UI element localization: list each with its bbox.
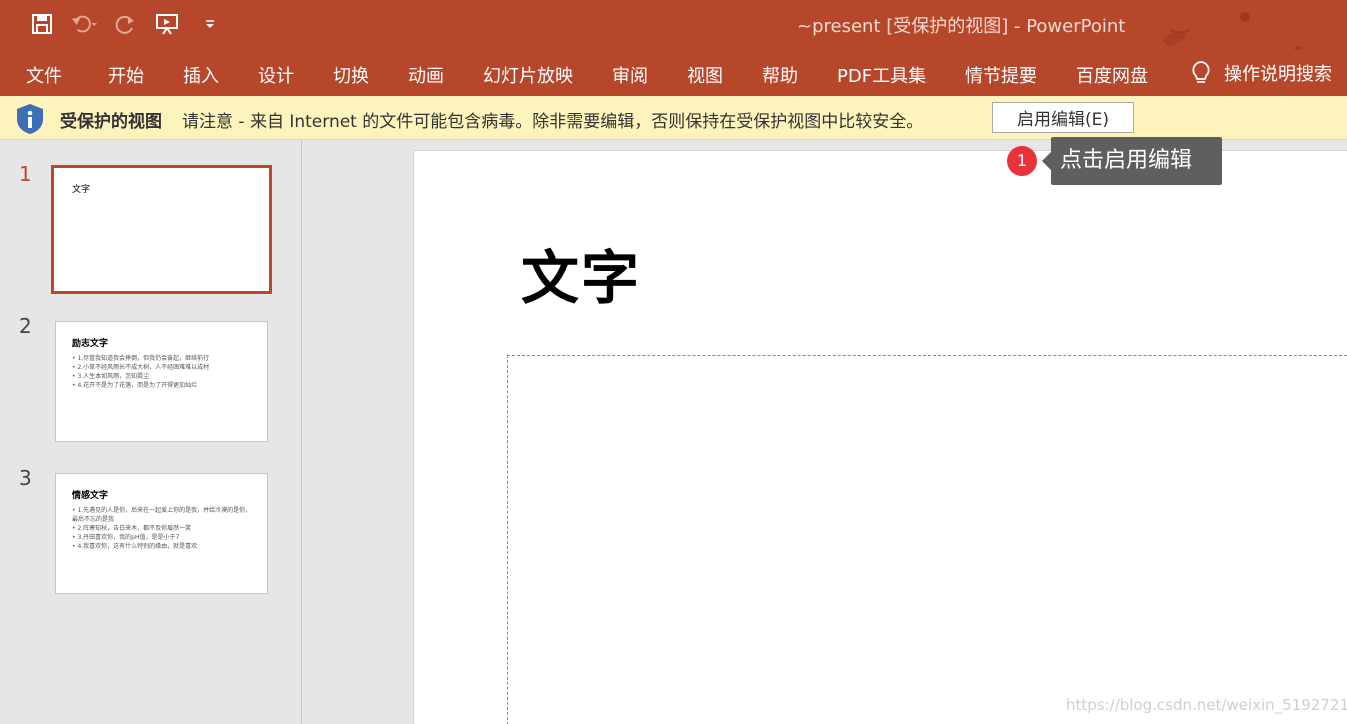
tab-help[interactable]: 帮助 [762, 62, 798, 88]
save-icon[interactable] [28, 10, 56, 38]
slide-canvas[interactable]: 文字 [413, 150, 1347, 724]
tab-design[interactable]: 设计 [258, 62, 294, 88]
tab-transitions[interactable]: 切换 [333, 62, 369, 88]
tab-insert[interactable]: 插入 [183, 62, 219, 88]
slide-number: 3 [19, 466, 32, 490]
slide-thumbnail-1[interactable]: 文字 [51, 165, 272, 294]
thumbnail-body: • 1.先遇见的人是你，后来在一起爱上你的是我，并给冷漠的是你， 最后不忘的是我… [72, 506, 257, 551]
thumbnail-line: • 2.小草不经风雨长不成大树，人不经困难难以成材 [72, 364, 210, 371]
protected-view-bar: 受保护的视图 请注意 - 来自 Internet 的文件可能包含病毒。除非需要编… [0, 96, 1347, 140]
watermark: https://blog.csdn.net/weixin_51927215 [1066, 696, 1347, 714]
lightbulb-icon [1192, 61, 1210, 83]
title-bar: ~present [受保护的视图] - PowerPoint [0, 0, 1347, 52]
window-title: ~present [受保护的视图] - PowerPoint [797, 16, 1126, 37]
tab-storyboard[interactable]: 情节提要 [965, 62, 1037, 88]
tab-slideshow[interactable]: 幻灯片放映 [483, 62, 573, 88]
thumbnail-line: • 3.人生本如风雨，怎知霞尘 [72, 373, 150, 380]
thumbnail-line: • 4.我喜欢你，这有什么特别的缘由，就是喜欢 [72, 543, 198, 550]
tab-file[interactable]: 文件 [26, 62, 62, 88]
slide-number: 2 [19, 314, 32, 338]
shield-icon [17, 104, 43, 134]
slide-thumbnail-2[interactable]: 励志文字 • 1.尽管我知道我会摔倒，但我仍会奋起，继续前行 • 2.小草不经风… [55, 321, 268, 442]
slide-title[interactable]: 文字 [521, 231, 641, 315]
tell-me-search[interactable]: 操作说明搜索 [1190, 60, 1332, 86]
callout-tooltip: 点击启用编辑 [1051, 137, 1222, 185]
tab-pdf-tools[interactable]: PDF工具集 [837, 62, 926, 88]
enable-editing-button[interactable]: 启用编辑(E) [992, 102, 1134, 133]
tab-baidu-netdisk[interactable]: 百度网盘 [1076, 62, 1148, 88]
thumbnail-line: • 3.丹田喜欢你，我的pH值，是是小于7 [72, 534, 180, 541]
step-badge: 1 [1007, 146, 1037, 176]
protected-view-title: 受保护的视图 [60, 112, 162, 132]
slide-thumbnail-3[interactable]: 情感文字 • 1.先遇见的人是你，后来在一起爱上你的是我，并给冷漠的是你， 最后… [55, 473, 268, 594]
slideshow-icon[interactable] [154, 10, 182, 38]
thumbnail-line: • 4.花开不是为了花落，而是为了开得更加灿烂 [72, 382, 198, 389]
tell-me-label: 操作说明搜索 [1224, 64, 1332, 85]
thumbnail-line: • 1.尽管我知道我会摔倒，但我仍会奋起，继续前行 [72, 355, 210, 362]
thumbnail-line: • 2.阵寒知秋，告白来木，都不及你眉然一笑 [72, 525, 192, 532]
slide-editor: 文字 [303, 140, 1347, 724]
ribbon-tabs: 文件 开始 插入 设计 切换 动画 幻灯片放映 审阅 视图 帮助 PDF工具集 … [0, 50, 1347, 96]
thumbnail-title: 情感文字 [72, 491, 109, 501]
tab-animations[interactable]: 动画 [408, 62, 444, 88]
thumbnail-body: • 1.尽管我知道我会摔倒，但我仍会奋起，继续前行 • 2.小草不经风雨长不成大… [72, 354, 257, 390]
tab-home[interactable]: 开始 [108, 62, 144, 88]
thumbnail-title: 励志文字 [72, 339, 109, 349]
thumbnail-pane[interactable]: 1 文字 2 励志文字 • 1.尽管我知道我会摔倒，但我仍会奋起，继续前行 • … [0, 140, 302, 724]
quick-access-toolbar [28, 10, 224, 38]
undo-icon[interactable] [70, 10, 98, 38]
customize-dropdown-icon[interactable] [196, 10, 224, 38]
thumbnail-line: 最后不忘的是我 [72, 516, 115, 523]
tab-view[interactable]: 视图 [687, 62, 723, 88]
protected-view-message: 请注意 - 来自 Internet 的文件可能包含病毒。除非需要编辑，否则保持在… [182, 112, 924, 132]
slide-number: 1 [19, 162, 32, 186]
thumbnail-title: 文字 [72, 185, 91, 195]
redo-icon[interactable] [112, 10, 140, 38]
callout-arrow [1042, 152, 1051, 170]
content-placeholder[interactable] [507, 355, 1347, 724]
tab-review[interactable]: 审阅 [612, 62, 648, 88]
thumbnail-line: • 1.先遇见的人是你，后来在一起爱上你的是我，并给冷漠的是你， [72, 507, 252, 514]
